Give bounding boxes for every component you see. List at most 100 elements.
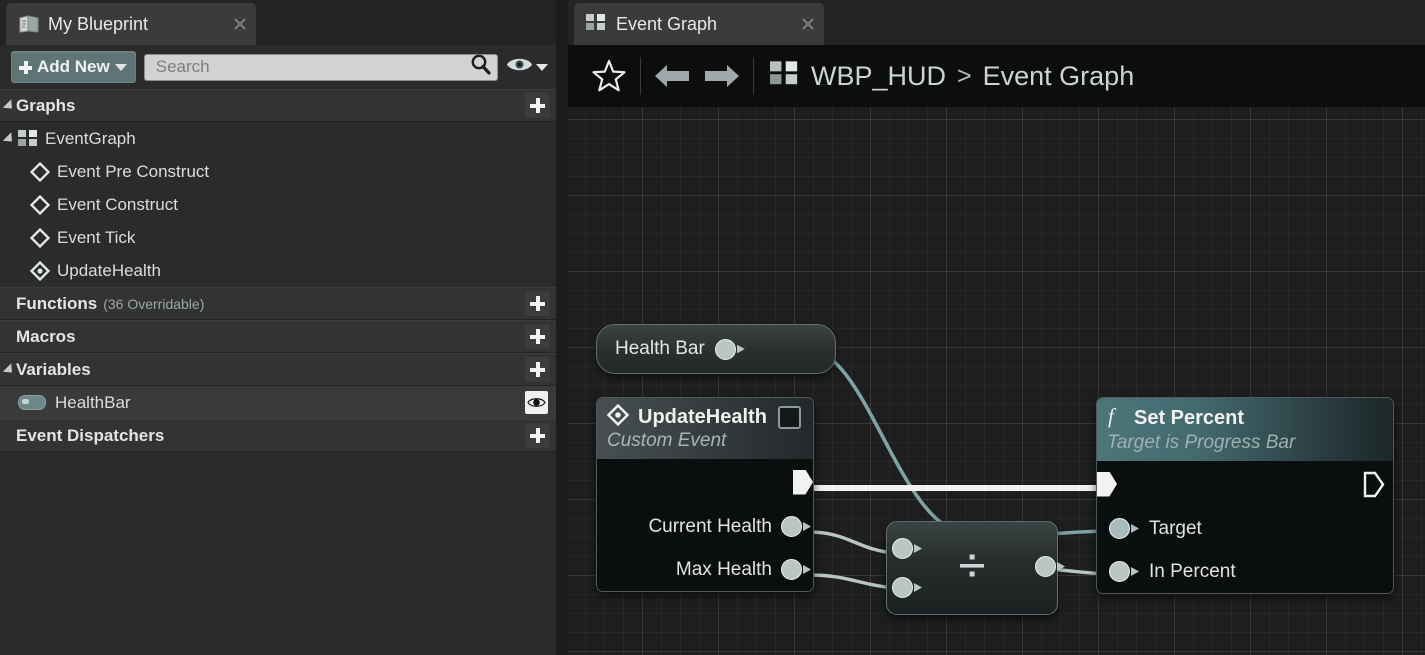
pin-current-health[interactable]: Current Health bbox=[597, 505, 813, 548]
add-new-button[interactable]: Add New bbox=[11, 51, 136, 83]
pin-target[interactable]: Target bbox=[1097, 507, 1393, 550]
add-variable-button[interactable] bbox=[525, 357, 550, 382]
node-body: Target In Percent bbox=[1097, 461, 1393, 593]
graph-canvas[interactable]: Health Bar UpdateHealth Custom Event Cur… bbox=[568, 107, 1425, 655]
search-icon[interactable] bbox=[469, 53, 492, 81]
data-pin-icon[interactable] bbox=[1109, 561, 1139, 582]
plus-icon bbox=[530, 362, 545, 377]
collapse-box-icon[interactable] bbox=[778, 406, 801, 429]
add-new-label: Add New bbox=[37, 57, 110, 76]
tab-my-blueprint[interactable]: My Blueprint bbox=[6, 3, 256, 45]
divider bbox=[753, 57, 754, 95]
eye-icon[interactable] bbox=[506, 55, 533, 79]
panel-divider[interactable] bbox=[556, 0, 568, 655]
plus-icon bbox=[530, 329, 545, 344]
tab-event-graph[interactable]: Event Graph bbox=[574, 3, 824, 45]
exec-pin-icon[interactable] bbox=[793, 469, 813, 495]
breadcrumb-separator: > bbox=[957, 61, 972, 90]
node-update-health[interactable]: UpdateHealth Custom Event Current Health bbox=[596, 397, 814, 592]
node-title-bar: f Set Percent Target is Progress Bar bbox=[1097, 398, 1393, 461]
node-subtitle: Target is Progress Bar bbox=[1107, 432, 1296, 453]
data-pin-icon[interactable] bbox=[781, 559, 811, 580]
expand-triangle-icon bbox=[3, 297, 16, 310]
event-diamond-icon bbox=[29, 227, 51, 248]
section-header-functions[interactable]: Functions (36 Overridable) bbox=[0, 287, 556, 320]
arrow-right-icon[interactable] bbox=[697, 53, 747, 99]
node-set-percent[interactable]: f Set Percent Target is Progress Bar Tar… bbox=[1096, 397, 1394, 594]
breadcrumb-path: WBP_HUD > Event Graph bbox=[770, 61, 1134, 92]
left-tab-bar: My Blueprint bbox=[0, 0, 556, 45]
node-divide[interactable] bbox=[886, 521, 1065, 615]
graph-icon bbox=[18, 130, 39, 147]
star-icon[interactable] bbox=[584, 53, 634, 99]
breadcrumb-leaf[interactable]: Event Graph bbox=[983, 61, 1135, 92]
custom-event-diamond-icon bbox=[29, 260, 51, 281]
tree-item-eventgraph[interactable]: EventGraph bbox=[0, 122, 556, 155]
expand-triangle-icon bbox=[3, 330, 16, 343]
event-diamond-icon bbox=[29, 194, 51, 215]
tree-item-label: Event Pre Construct bbox=[57, 161, 210, 181]
close-icon[interactable] bbox=[800, 16, 816, 32]
search-input[interactable] bbox=[153, 56, 469, 78]
tree-item-event-pre-construct[interactable]: Event Pre Construct bbox=[0, 155, 556, 188]
graph-icon bbox=[770, 61, 800, 91]
blueprint-editor: My Blueprint Add New Search Graphs Event… bbox=[0, 0, 1425, 655]
close-icon[interactable] bbox=[232, 16, 248, 32]
section-header-variables[interactable]: Variables bbox=[0, 353, 556, 386]
expand-triangle-icon[interactable] bbox=[2, 131, 17, 146]
search-box[interactable] bbox=[143, 53, 498, 81]
plus-icon bbox=[530, 296, 545, 311]
add-function-button[interactable] bbox=[525, 291, 550, 316]
plus-icon bbox=[530, 428, 545, 443]
object-pin-icon[interactable] bbox=[1109, 518, 1139, 539]
pin-max-health[interactable]: Max Health bbox=[597, 548, 813, 591]
blueprint-tree: Graphs EventGraph Event Pre Construct Ev… bbox=[0, 89, 556, 655]
expand-triangle-icon[interactable] bbox=[2, 98, 17, 113]
expand-triangle-icon[interactable] bbox=[2, 362, 17, 377]
data-pin-icon[interactable] bbox=[781, 516, 811, 537]
object-pill-icon bbox=[18, 395, 46, 410]
section-title: Event Dispatchers bbox=[16, 425, 165, 445]
section-title: Variables bbox=[16, 359, 91, 379]
tree-item-healthbar[interactable]: HealthBar bbox=[0, 386, 556, 419]
divider bbox=[640, 57, 641, 95]
node-health-bar-getter[interactable]: Health Bar bbox=[596, 324, 836, 374]
pin-divide-input-b[interactable] bbox=[892, 577, 922, 598]
custom-event-diamond-icon bbox=[606, 403, 630, 431]
exec-pin-row bbox=[1097, 461, 1393, 507]
object-pin-icon[interactable] bbox=[714, 338, 745, 360]
pin-exec-out[interactable] bbox=[597, 459, 813, 505]
breadcrumb-root[interactable]: WBP_HUD bbox=[811, 61, 946, 92]
section-title: Graphs bbox=[16, 95, 76, 115]
pin-in-percent[interactable]: In Percent bbox=[1097, 550, 1393, 593]
visibility-control[interactable] bbox=[506, 55, 548, 79]
pin-label: Max Health bbox=[675, 558, 772, 580]
section-header-macros[interactable]: Macros bbox=[0, 320, 556, 353]
tree-item-updatehealth[interactable]: UpdateHealth bbox=[0, 254, 556, 287]
arrow-left-icon[interactable] bbox=[647, 53, 697, 99]
add-event-dispatcher-button[interactable] bbox=[525, 423, 550, 448]
tree-item-label: HealthBar bbox=[55, 392, 131, 412]
exec-pin-icon[interactable] bbox=[1363, 471, 1385, 498]
plus-icon bbox=[530, 98, 545, 113]
exec-pin-icon[interactable] bbox=[1097, 471, 1117, 497]
tree-item-event-construct[interactable]: Event Construct bbox=[0, 188, 556, 221]
eye-icon[interactable] bbox=[525, 391, 548, 414]
section-header-graphs[interactable]: Graphs bbox=[0, 89, 556, 122]
section-title: Functions bbox=[16, 293, 98, 313]
tree-item-label: Event Construct bbox=[57, 194, 178, 214]
breadcrumb: WBP_HUD > Event Graph bbox=[568, 45, 1425, 107]
section-subtitle: (36 Overridable) bbox=[103, 295, 205, 312]
section-header-event-dispatchers[interactable]: Event Dispatchers bbox=[0, 419, 556, 452]
tree-item-event-tick[interactable]: Event Tick bbox=[0, 221, 556, 254]
chevron-down-icon[interactable] bbox=[536, 63, 548, 71]
pin-label: Current Health bbox=[648, 515, 772, 537]
blueprint-icon bbox=[18, 14, 40, 34]
graph-tab-bar: Event Graph bbox=[568, 0, 1425, 45]
pin-divide-input-a[interactable] bbox=[892, 538, 922, 559]
pin-label: In Percent bbox=[1149, 560, 1236, 582]
add-macro-button[interactable] bbox=[525, 324, 550, 349]
tab-label: Event Graph bbox=[616, 13, 718, 34]
add-graph-button[interactable] bbox=[525, 93, 550, 118]
pin-divide-output[interactable] bbox=[1035, 556, 1065, 577]
